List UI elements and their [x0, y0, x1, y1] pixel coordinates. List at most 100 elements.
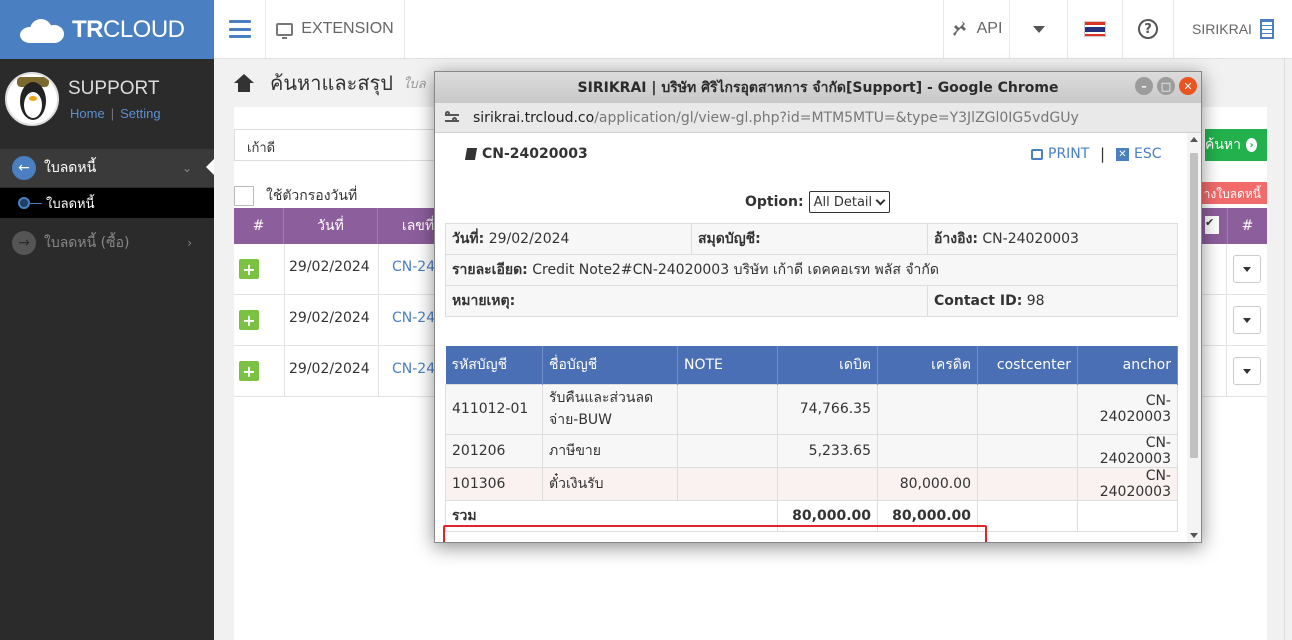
cell-anchor: CN-24020003 — [1077, 433, 1178, 468]
page-scrollbar[interactable] — [1284, 59, 1292, 640]
caret-down-icon — [1032, 25, 1045, 33]
row-action-dropdown[interactable] — [1233, 357, 1261, 385]
date-label: วันที่: — [452, 231, 485, 247]
minimize-button[interactable]: – — [1135, 77, 1153, 95]
cell-note — [677, 383, 778, 435]
api-button[interactable]: API — [943, 0, 1010, 58]
date-filter-label: ใช้ตัวกรองวันที่ — [266, 188, 358, 204]
remark-cell: หมายเหตุ: — [445, 285, 928, 317]
chevron-right-icon: › — [187, 236, 192, 250]
book-icon — [464, 148, 478, 160]
status-badge[interactable]: างใบลดหนี้ — [1197, 182, 1267, 204]
sidebar-item-credit-note[interactable]: ← ใบลดหนี้ ⌄ — [0, 149, 214, 187]
popup-window: SIRIKRAI | บริษัท ศิริไกรอุตสาหการ จำกัด… — [434, 71, 1202, 543]
book-label: สมุดบัญชี: — [698, 231, 761, 247]
home-link[interactable]: Home — [70, 106, 105, 121]
dropdown-toggle[interactable] — [1010, 0, 1068, 58]
cell-note — [677, 466, 778, 501]
scroll-up-icon[interactable] — [1190, 137, 1198, 142]
row-action-dropdown[interactable] — [1233, 306, 1261, 334]
caret-down-icon — [1243, 317, 1251, 323]
popup-content: CN-24020003 PRINT | ✕ ESC Option: All De… — [435, 133, 1187, 542]
monitor-icon — [276, 22, 294, 39]
date-cell: วันที่: 29/02/2024 — [445, 223, 692, 255]
page-subtitle: ใบล — [403, 76, 426, 92]
sidebar-item-label: ใบลดหนี้ (ซื้อ) — [44, 235, 130, 251]
cell-costcenter — [977, 383, 1078, 435]
detail-label: รายละเอียด: — [452, 262, 528, 278]
logo-text: TRCLOUD — [72, 15, 185, 43]
link-separator: | — [110, 106, 115, 121]
column-header-credit: เครดิต — [877, 346, 978, 384]
column-header-date[interactable]: วันที่ — [284, 208, 378, 244]
print-icon — [1031, 148, 1043, 160]
document-title: CN-24020003 — [464, 146, 588, 162]
brand-logo[interactable]: TRCLOUD — [0, 0, 214, 59]
column-header-costcenter: costcenter — [977, 346, 1078, 384]
user-menu[interactable]: SIRIKRAI — [1174, 0, 1292, 58]
help-button[interactable]: ? — [1123, 0, 1174, 58]
setting-link[interactable]: Setting — [120, 106, 160, 121]
extension-label: EXTENSION — [301, 20, 394, 37]
profile-name: SUPPORT — [68, 78, 160, 99]
avatar[interactable] — [5, 72, 59, 126]
esc-button[interactable]: ✕ ESC — [1116, 146, 1162, 162]
document-number: CN-24020003 — [482, 146, 588, 162]
cell-account-code: 101306 — [445, 466, 543, 501]
cell-anchor: CN-24020003 — [1077, 466, 1178, 501]
reference-value: CN-24020003 — [982, 231, 1079, 247]
url-bar[interactable]: sirikrai.trcloud.co/application/gl/view-… — [435, 103, 1201, 133]
sidebar: SUPPORT Home | Setting ← ใบลดหนี้ ⌄ ใบลดหน… — [0, 59, 214, 640]
document-info-table: วันที่: 29/02/2024 สมุดบัญชี: อ้างอิง: C… — [445, 223, 1178, 317]
cell-account-code: 201206 — [445, 433, 543, 468]
maximize-button[interactable]: □ — [1157, 77, 1175, 95]
window-titlebar[interactable]: SIRIKRAI | บริษัท ศิริไกรอุตสาหการ จำกัด… — [435, 72, 1201, 103]
remark-label: หมายเหตุ: — [452, 293, 516, 309]
cell-account-name: ภาษีขาย — [542, 433, 678, 468]
extension-button[interactable]: EXTENSION — [266, 0, 405, 58]
option-select[interactable]: All Detail — [808, 191, 890, 213]
select-all-checkbox[interactable]: ✔ — [1205, 216, 1219, 234]
plug-icon — [952, 21, 966, 36]
column-header-anchor: anchor — [1077, 346, 1178, 384]
column-header-hash-right: # — [1227, 208, 1267, 244]
row-date: 29/02/2024 — [289, 361, 370, 377]
row-date: 29/02/2024 — [289, 310, 370, 326]
window-title: SIRIKRAI | บริษัท ศิริไกรอุตสาหการ จำกัด… — [577, 79, 1059, 96]
row-doc-link[interactable]: CN-24 — [392, 361, 435, 377]
sidebar-item-purchase-credit-note[interactable]: → ใบลดหนี้ (ซื้อ) › — [0, 226, 214, 260]
option-label: Option: — [745, 194, 804, 210]
home-icon[interactable] — [234, 74, 254, 92]
cell-anchor: CN-24020003 — [1077, 383, 1178, 435]
close-button[interactable]: ✕ — [1179, 77, 1197, 95]
row-doc-link[interactable]: CN-24 — [392, 310, 435, 326]
add-row-button[interactable]: + — [239, 310, 259, 330]
scroll-down-icon[interactable] — [1190, 533, 1198, 538]
total-credit: 80,000.00 — [877, 499, 978, 532]
cloud-icon — [20, 17, 66, 43]
help-icon: ? — [1138, 19, 1158, 39]
row-action-dropdown[interactable] — [1233, 255, 1261, 283]
print-button[interactable]: PRINT — [1031, 146, 1089, 162]
date-filter-checkbox[interactable] — [234, 186, 254, 206]
popup-scrollbar[interactable] — [1187, 133, 1201, 542]
sidebar-subitem-credit-note[interactable]: ใบลดหนี้ — [0, 188, 214, 218]
search-button[interactable]: ค้นหา › — [1205, 129, 1267, 161]
detail-value: Credit Note2#CN-24020003 บริษัท เก้าดี เ… — [532, 262, 939, 278]
language-selector[interactable] — [1068, 0, 1123, 58]
option-row: Option: All Detail — [745, 191, 890, 213]
add-row-button[interactable]: + — [239, 361, 259, 381]
scrollbar-thumb[interactable] — [1190, 153, 1198, 458]
table-total-row: รวม 80,000.00 80,000.00 — [445, 499, 1178, 532]
cell-account-name: ตั๋วเงินรับ — [542, 466, 678, 501]
caret-down-icon — [1243, 266, 1251, 272]
site-settings-icon[interactable] — [445, 110, 459, 124]
window-controls: – □ ✕ — [1135, 77, 1197, 95]
user-label: SIRIKRAI — [1192, 21, 1252, 37]
cell-debit: 5,233.65 — [777, 433, 878, 468]
row-doc-link[interactable]: CN-24 — [392, 259, 435, 275]
add-row-button[interactable]: + — [239, 259, 259, 279]
profile-panel: SUPPORT Home | Setting — [0, 59, 214, 149]
menu-toggle-button[interactable] — [214, 0, 266, 58]
close-box-icon: ✕ — [1116, 147, 1129, 161]
